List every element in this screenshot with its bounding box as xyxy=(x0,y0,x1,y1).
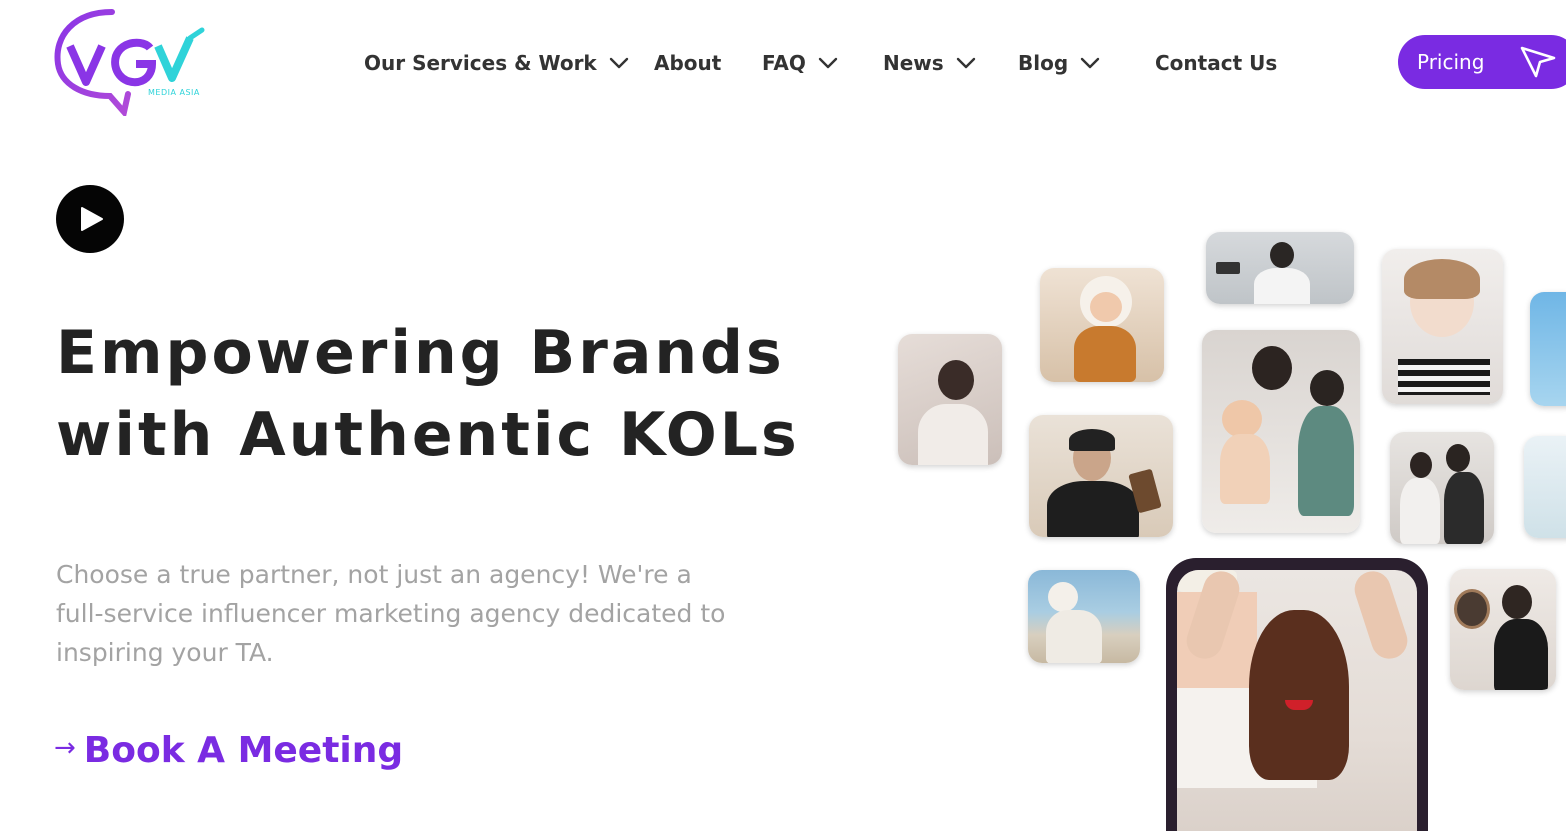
couple-photo xyxy=(1390,432,1494,544)
nav-item-news[interactable]: News xyxy=(883,44,976,82)
nav-item-faq[interactable]: FAQ xyxy=(762,44,838,82)
mother-children-photo xyxy=(1202,330,1360,533)
nav-label: About xyxy=(654,51,722,75)
cta-label: Book A Meeting xyxy=(83,730,404,771)
man-snack-photo xyxy=(1029,415,1173,537)
phone-woman-photo xyxy=(1166,558,1428,831)
nav-item-contact-us[interactable]: Contact Us xyxy=(1155,44,1277,82)
nav-label: News xyxy=(883,51,944,75)
nav-label: Our Services & Work xyxy=(364,51,597,75)
nav-label: FAQ xyxy=(762,51,806,75)
woman-gift-box-photo xyxy=(1382,249,1503,404)
baby-costume-photo xyxy=(1040,268,1164,382)
main-navigation: Our Services & Work About FAQ News Blog … xyxy=(0,44,1300,82)
nav-label: Blog xyxy=(1018,51,1069,75)
man-camera-photo xyxy=(1206,232,1354,304)
chevron-down-icon xyxy=(1080,57,1100,69)
logo-subtext: MEDIA ASIA xyxy=(148,88,200,97)
nav-item-our-services[interactable]: Our Services & Work xyxy=(364,44,629,82)
chevron-down-icon xyxy=(818,57,838,69)
nav-label: Contact Us xyxy=(1155,51,1278,75)
hero-description: Choose a true partner, not just an agenc… xyxy=(56,560,726,667)
chevron-down-icon xyxy=(956,57,976,69)
sky-photo xyxy=(1530,292,1566,406)
book-meeting-link[interactable]: → Book A Meeting xyxy=(54,730,403,771)
partial-photo xyxy=(1524,436,1566,538)
nav-item-about[interactable]: About xyxy=(654,44,721,82)
headline-line-2: with Authentic KOLs xyxy=(56,400,800,470)
play-video-button[interactable] xyxy=(56,185,124,253)
paper-plane-icon xyxy=(1518,42,1558,82)
headline-line-1: Empowering Brands xyxy=(56,318,785,388)
chevron-down-icon xyxy=(609,57,629,69)
arrow-right-icon: → xyxy=(54,732,76,763)
hero-headline: Empowering Brands with Authentic KOLs xyxy=(56,312,816,476)
pricing-label: Pricing xyxy=(1417,50,1485,74)
play-icon xyxy=(81,207,103,231)
pricing-button[interactable]: Pricing xyxy=(1398,35,1566,89)
woman-lying-photo xyxy=(898,334,1002,465)
woman-mirror-photo xyxy=(1450,569,1556,690)
nav-item-blog[interactable]: Blog xyxy=(1018,44,1100,82)
woman-beach-photo xyxy=(1028,570,1140,663)
